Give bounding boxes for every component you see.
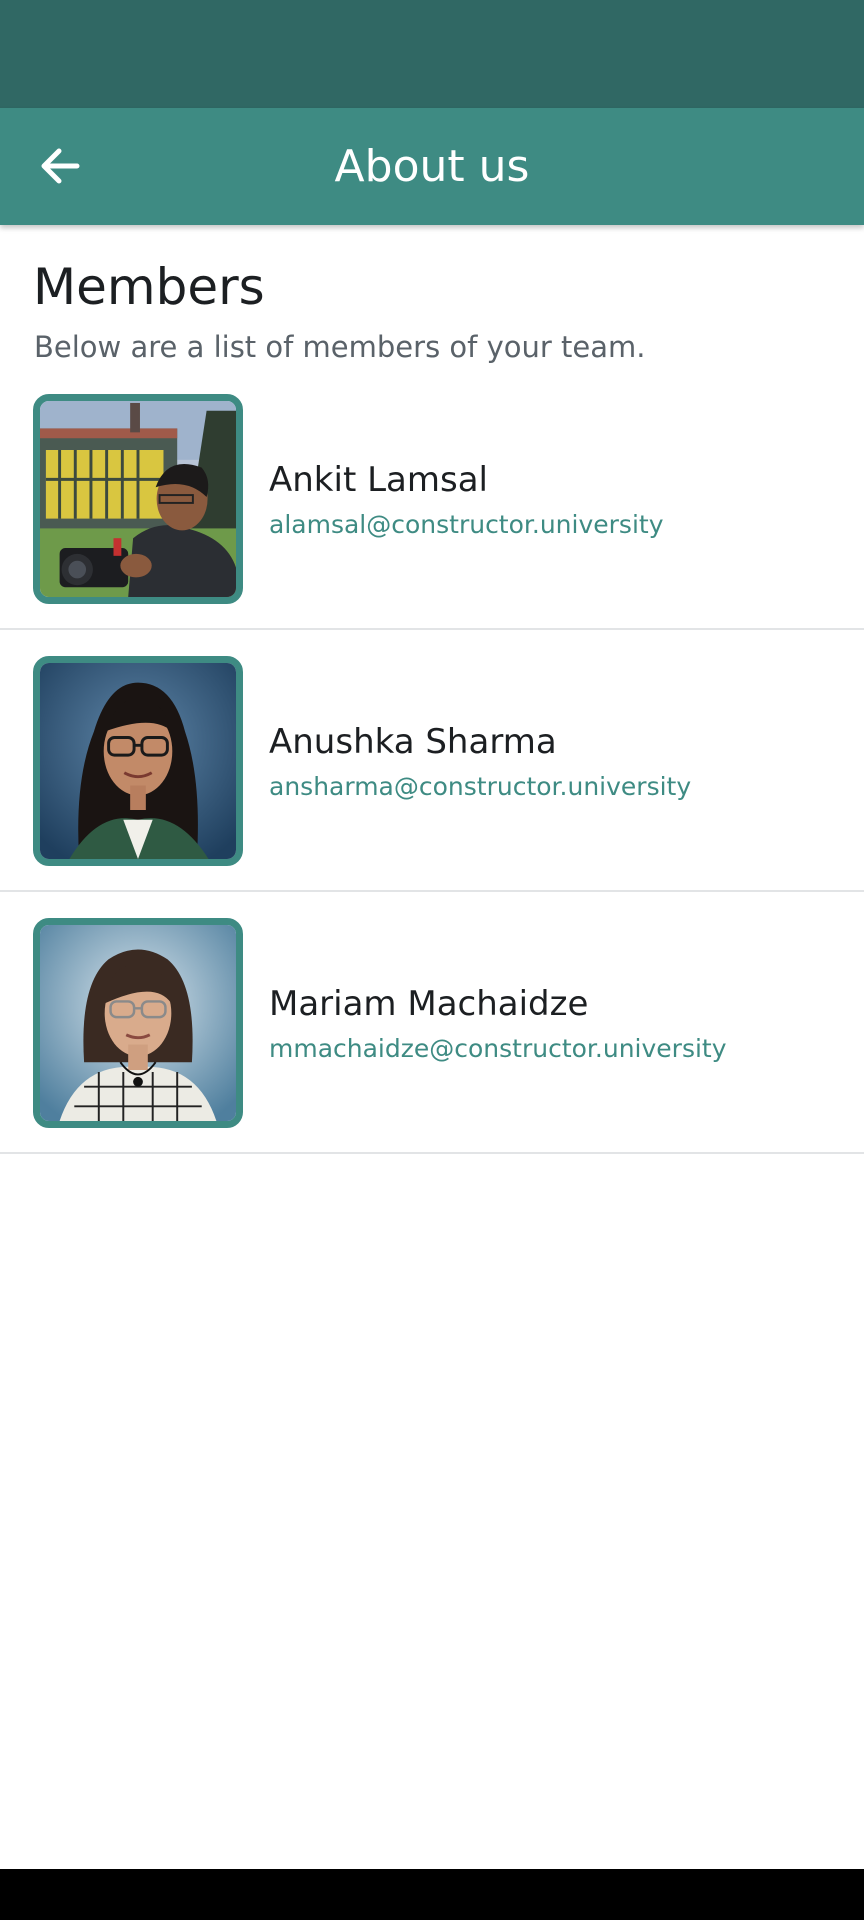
avatar	[33, 918, 243, 1128]
section-subtitle: Below are a list of members of your team…	[34, 330, 646, 364]
member-email[interactable]: ansharma@constructor.university	[269, 772, 691, 801]
status-bar	[0, 0, 864, 108]
navigation-bar	[0, 1869, 864, 1920]
page-title: About us	[334, 141, 530, 192]
arrow-back-icon	[41, 148, 80, 184]
member-list: Ankit Lamsal alamsal@constructor.univers…	[0, 368, 864, 1154]
member-name: Mariam Machaidze	[269, 984, 589, 1024]
app-bar: About us	[0, 108, 864, 225]
section-title: Members	[33, 258, 265, 316]
member-name: Ankit Lamsal	[269, 460, 488, 500]
avatar	[33, 656, 243, 866]
member-email[interactable]: mmachaidze@constructor.university	[269, 1034, 727, 1063]
avatar	[33, 394, 243, 604]
back-button[interactable]	[18, 130, 102, 202]
member-item[interactable]: Mariam Machaidze mmachaidze@constructor.…	[0, 892, 864, 1154]
member-item[interactable]: Ankit Lamsal alamsal@constructor.univers…	[0, 368, 864, 630]
member-email[interactable]: alamsal@constructor.university	[269, 510, 664, 539]
member-name: Anushka Sharma	[269, 722, 557, 762]
member-item[interactable]: Anushka Sharma ansharma@constructor.univ…	[0, 630, 864, 892]
